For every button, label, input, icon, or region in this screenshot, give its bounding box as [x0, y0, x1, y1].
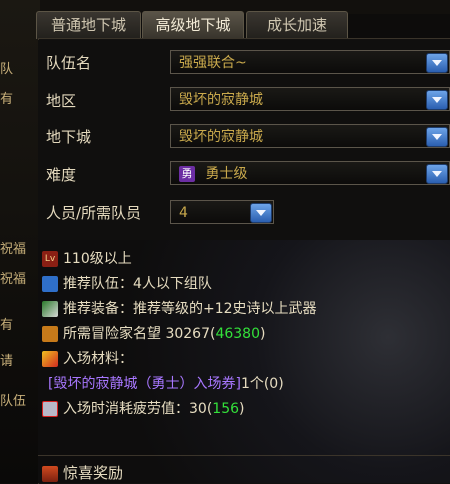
members-select[interactable]: 4 [170, 200, 274, 224]
tab-growth-boost[interactable]: 成长加速 [246, 11, 348, 39]
recommended-gear: 推荐装备：推荐等级的+12史诗以上武器 [63, 301, 317, 317]
fatigue-value: 156 [212, 401, 240, 417]
difficulty-label: 难度 [46, 166, 77, 184]
fatigue-label: 入场时消耗疲劳值：30( [63, 401, 213, 417]
dungeon-value: 毁坏的寂静城 [179, 129, 263, 145]
difficulty-select[interactable]: 勇 勇士级 [170, 161, 450, 185]
materials-label: 入场材料： [63, 351, 133, 367]
background-chat-line: 请 [0, 354, 14, 369]
reputation-label: 所需冒险家名望 30267( [63, 326, 216, 342]
materials-icon [42, 351, 58, 367]
background-chat-line: 祝福 [0, 242, 27, 257]
background-chat-line: 有 [0, 92, 14, 107]
reputation-value: 46380 [215, 326, 260, 342]
background-chat-line: 队伍 [0, 394, 27, 409]
level-requirement: 110级以上 [63, 251, 132, 267]
fatigue-close: ) [239, 401, 245, 417]
level-icon: Lv [42, 251, 58, 267]
tab-normal-dungeon[interactable]: 普通地下城 [36, 11, 141, 39]
tab-advanced-dungeon[interactable]: 高级地下城 [142, 11, 244, 40]
region-label: 地区 [46, 92, 77, 110]
chevron-down-icon[interactable] [426, 90, 448, 110]
background-chat-line: 有 [0, 318, 14, 333]
members-value: 4 [179, 205, 188, 221]
background-chat-line: 祝福 [0, 272, 27, 287]
members-label: 人员/所需队员 [46, 204, 142, 222]
team-name-input[interactable]: 强强联合~ [170, 50, 450, 74]
fatigue-row: 入场时消耗疲劳值：30(156) [42, 398, 244, 418]
team-form: 队伍名 强强联合~ 地区 毁坏的寂静城 地下城 毁坏的寂静城 难度 勇 勇士级 … [38, 40, 450, 240]
chevron-down-icon[interactable] [250, 203, 272, 223]
surprise-reward-label: 惊喜奖励 [63, 464, 124, 482]
reward-divider [38, 455, 450, 456]
team-name-value: 强强联合~ [179, 55, 247, 71]
reputation-close: ) [260, 326, 266, 342]
recommended-team-row: 推荐队伍：4人以下组队 [42, 273, 212, 293]
difficulty-value: 勇士级 [205, 166, 248, 182]
dungeon-label: 地下城 [46, 128, 92, 146]
team-icon [42, 276, 58, 292]
chevron-down-icon[interactable] [426, 127, 448, 147]
team-name-label: 队伍名 [46, 54, 92, 72]
ticket-name-link[interactable]: [毁坏的寂静城（勇士）入场券] [48, 376, 241, 392]
ticket-count: 1个(0) [240, 376, 284, 392]
materials-row: 入场材料： [42, 348, 133, 368]
reputation-icon [42, 326, 58, 342]
reputation-row: 所需冒险家名望 30267(46380) [42, 323, 265, 343]
gift-icon [42, 465, 58, 482]
warrior-difficulty-icon: 勇 [179, 166, 195, 182]
background-chat-line: 队 [0, 62, 14, 77]
fatigue-icon [42, 401, 58, 417]
dungeon-info: Lv 110级以上 推荐队伍：4人以下组队 推荐装备：推荐等级的+12史诗以上武器… [38, 240, 450, 483]
region-value: 毁坏的寂静城 [179, 92, 263, 108]
recommended-gear-row: 推荐装备：推荐等级的+12史诗以上武器 [42, 298, 317, 318]
region-select[interactable]: 毁坏的寂静城 [170, 87, 450, 111]
surprise-reward-row[interactable]: 惊喜奖励 [42, 462, 123, 483]
chevron-down-icon[interactable] [426, 53, 448, 73]
level-requirement-row: Lv 110级以上 [42, 248, 132, 268]
dungeon-select[interactable]: 毁坏的寂静城 [170, 124, 450, 148]
ticket-row: [毁坏的寂静城（勇士）入场券]1个(0) [48, 373, 284, 393]
sword-icon [42, 301, 58, 317]
recommended-team: 推荐队伍：4人以下组队 [63, 276, 212, 292]
chevron-down-icon[interactable] [426, 164, 448, 184]
